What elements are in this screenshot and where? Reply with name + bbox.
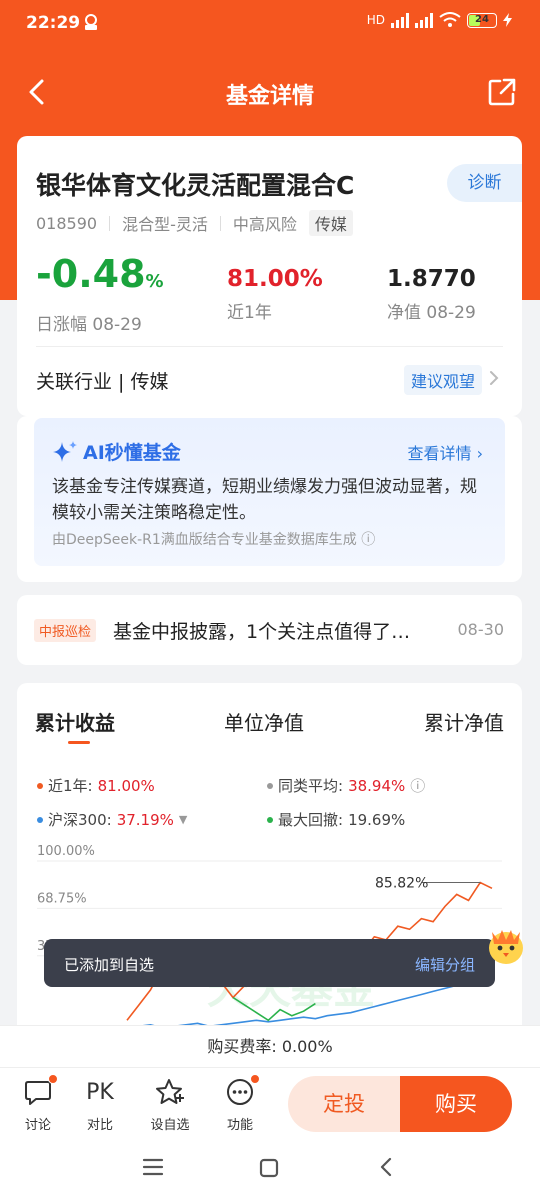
ai-summary-card: AI秒懂基金 查看详情 › 该基金专注传媒赛道，短期业绩爆发力强但波动显著，规模… — [17, 416, 522, 582]
legend-drawdown: 最大回撤: 19.69% — [267, 809, 405, 830]
divider — [36, 346, 503, 347]
ai-summary-text: 该基金专注传媒赛道，短期业绩爆发力强但波动显著，规模较小需关注策略稳定性。 — [52, 477, 477, 523]
share-icon[interactable] — [486, 76, 518, 108]
status-time: 22:29 — [26, 13, 81, 33]
daily-change-value: -0.48 — [36, 252, 146, 296]
mascot-icon[interactable] — [484, 918, 528, 968]
notification-dot — [48, 1074, 58, 1084]
discuss-action[interactable]: 讨论 — [8, 1074, 68, 1133]
news-date: 08-30 — [457, 620, 505, 639]
nav-value: 1.8770 — [387, 266, 476, 292]
ai-title: AI秒懂基金 — [83, 442, 181, 464]
more-icon — [227, 1079, 253, 1105]
network-type: HD — [366, 13, 385, 27]
notification-icon — [85, 14, 97, 30]
page-title: 基金详情 — [225, 84, 314, 109]
buy-button[interactable]: 购买 — [400, 1076, 512, 1132]
tab-cumulative-return[interactable]: 累计收益 — [35, 707, 115, 736]
daily-change-label: 日涨幅 08-29 — [36, 315, 142, 335]
advice-badge[interactable]: 建议观望 — [403, 365, 482, 395]
status-icons: HD 24 — [367, 12, 512, 28]
chart-card: 累计收益 单位净值 累计净值 近1年: 81.00% 同类平均: 38.94% ⓘ 沪… — [17, 683, 522, 1043]
tab-unit-nav[interactable]: 单位净值 — [224, 707, 304, 736]
home-icon[interactable] — [259, 1158, 279, 1178]
chevron-right-icon[interactable] — [486, 368, 502, 388]
related-industry[interactable]: 关联行业 | 传媒 — [36, 367, 168, 394]
chart-tabs: 累计收益 单位净值 累计净值 — [17, 707, 522, 747]
sparkle-icon — [53, 440, 77, 462]
nav-label: 净值 08-29 — [387, 303, 476, 323]
info-icon[interactable]: ⓘ — [410, 775, 425, 796]
legend-index[interactable]: 沪深300: 37.19% ▼ — [37, 809, 187, 830]
status-bar: 22:29 HD 24 — [0, 0, 540, 48]
battery-icon: 24 — [467, 12, 497, 28]
menu-icon[interactable] — [142, 1158, 164, 1176]
tab-cumulative-nav[interactable]: 累计净值 — [424, 707, 504, 736]
year-return-metric: 81.00% 近1年 — [227, 264, 323, 323]
toast-edit-group-link[interactable]: 编辑分组 — [415, 954, 475, 975]
ai-title-row: AI秒懂基金 — [52, 438, 181, 465]
wifi-icon — [439, 12, 461, 27]
more-functions-action[interactable]: 功能 — [210, 1074, 270, 1133]
chat-icon — [25, 1081, 51, 1105]
legend-peer: 同类平均: 38.94% ⓘ — [267, 775, 425, 796]
charging-icon — [503, 13, 512, 27]
notification-dot — [250, 1074, 260, 1084]
fund-meta: 018590 混合型-灵活 中高风险 传媒 — [36, 210, 353, 236]
year-return-label: 近1年 — [227, 303, 272, 323]
pk-icon: PK — [86, 1079, 114, 1105]
compare-action[interactable]: PK 对比 — [70, 1076, 130, 1134]
nav-metric: 1.8770 净值 08-29 — [387, 264, 476, 323]
info-icon[interactable]: ⓘ — [361, 532, 375, 548]
dropdown-icon[interactable]: ▼ — [179, 813, 187, 826]
fund-name: 银华体育文化灵活配置混合C — [36, 171, 355, 200]
news-tag: 中报巡检 — [34, 619, 97, 642]
purchase-fee: 购买费率: 0.00% — [0, 1025, 540, 1067]
toast-message: 已添加到自选 — [64, 956, 155, 974]
daily-change-metric: -0.48% 日涨幅 08-29 — [36, 252, 164, 335]
y-tick-label: 68.75% — [37, 891, 87, 906]
fund-summary-card: 银华体育文化灵活配置混合C 诊断 018590 混合型-灵活 中高风险 传媒 -… — [17, 136, 522, 416]
navbar: 基金详情 — [0, 62, 540, 122]
back-icon[interactable] — [378, 1156, 394, 1178]
active-tab-indicator — [68, 741, 90, 744]
news-card[interactable]: 中报巡检 基金中报披露，1个关注点值得了… 08-30 — [17, 595, 522, 665]
legend-fund: 近1年: 81.00% — [37, 775, 155, 796]
fund-metrics: -0.48% 日涨幅 08-29 81.00% 近1年 1.8770 净值 08… — [36, 252, 506, 335]
regular-invest-button[interactable]: 定投 — [288, 1076, 400, 1132]
y-tick-label: 100.00% — [37, 844, 95, 859]
fund-code: 018590 — [36, 213, 98, 233]
daily-change-unit: % — [145, 271, 164, 292]
peak-label: 85.82% — [375, 876, 428, 892]
bottom-action-bar: 讨论 PK 对比 设自选 功能 定投 购买 — [0, 1067, 540, 1137]
signal-icon-2 — [415, 12, 433, 28]
ai-source-note: 由DeepSeek-R1满血版结合专业基金数据库生成 ⓘ — [52, 532, 376, 548]
system-nav-bar — [0, 1137, 540, 1200]
fund-category: 混合型-灵活 — [122, 215, 208, 234]
year-return-value: 81.00% — [227, 266, 323, 292]
add-favorite-action[interactable]: 设自选 — [140, 1076, 200, 1133]
toast: 已添加到自选 编辑分组 — [44, 939, 495, 987]
ai-summary-panel[interactable]: AI秒懂基金 查看详情 › 该基金专注传媒赛道，短期业绩爆发力强但波动显著，规模… — [34, 418, 505, 566]
diagnose-button[interactable]: 诊断 — [447, 164, 522, 202]
fund-risk: 中高风险 — [232, 215, 297, 234]
star-icon — [156, 1079, 184, 1104]
ai-more-link[interactable]: 查看详情 › — [408, 440, 484, 464]
fund-theme-tag: 传媒 — [308, 210, 353, 236]
signal-icon — [391, 12, 409, 28]
news-headline: 基金中报披露，1个关注点值得了… — [113, 621, 411, 643]
